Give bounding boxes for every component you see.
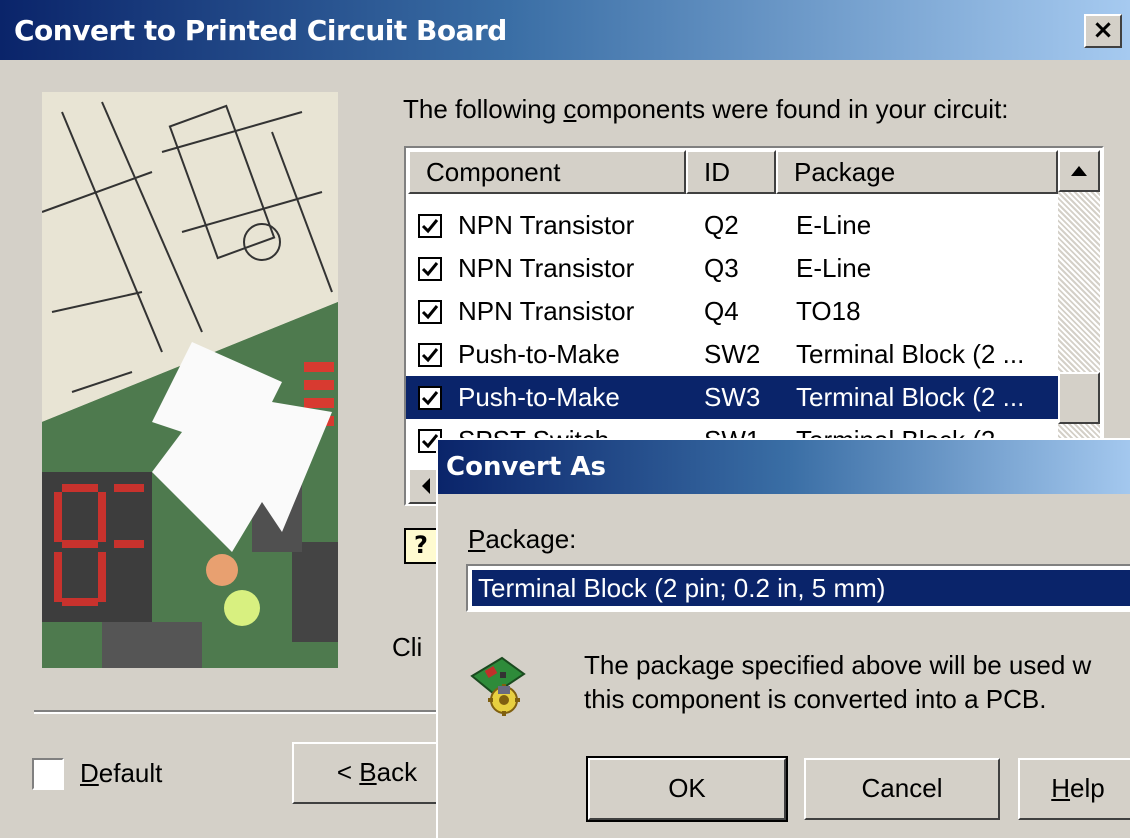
- column-header-component[interactable]: Component: [408, 150, 686, 194]
- cell-component: NPN Transistor: [458, 210, 635, 240]
- package-label: Package:: [468, 524, 577, 554]
- arrow-up-icon: [1071, 166, 1087, 176]
- info-line-2: this component is converted into a PCB.: [584, 684, 1047, 714]
- package-select[interactable]: Terminal Block (2 pin; 0.2 in, 5 mm): [466, 564, 1130, 612]
- close-button[interactable]: ×: [1084, 14, 1122, 48]
- help-icon[interactable]: ?: [404, 528, 438, 564]
- row-checkbox[interactable]: [418, 386, 442, 410]
- table-row[interactable]: NPN Transistor Q4 TO18: [406, 290, 1058, 333]
- column-header-package[interactable]: Package: [776, 150, 1058, 194]
- divider: [34, 710, 454, 714]
- table-row[interactable]: NPN Transistor Q2 E-Line: [406, 204, 1058, 247]
- ok-button[interactable]: OK: [586, 756, 788, 822]
- cell-id: Q2: [704, 210, 739, 240]
- pcb-gear-icon: [468, 654, 528, 718]
- cell-id: Q4: [704, 296, 739, 326]
- row-checkbox[interactable]: [418, 343, 442, 367]
- package-value: Terminal Block (2 pin; 0.2 in, 5 mm): [472, 570, 1130, 606]
- scroll-up-button[interactable]: [1058, 150, 1100, 192]
- wizard-illustration: [42, 92, 338, 668]
- instruction-text: Cli: [392, 632, 423, 662]
- default-label: Default: [80, 758, 163, 788]
- table-row-selected[interactable]: Push-to-Make SW3 Terminal Block (2 ...: [406, 376, 1058, 419]
- dialog-title: Convert to Printed Circuit Board: [14, 14, 507, 47]
- cell-package: Terminal Block (2 ...: [796, 382, 1025, 412]
- row-checkbox[interactable]: [418, 300, 442, 324]
- default-checkbox[interactable]: [32, 758, 64, 790]
- cell-id: Q3: [704, 253, 739, 283]
- row-checkbox[interactable]: [418, 214, 442, 238]
- cancel-button[interactable]: Cancel: [804, 758, 1000, 820]
- row-checkbox[interactable]: [418, 257, 442, 281]
- info-text: The package specified above will be used…: [584, 648, 1091, 716]
- cell-package: TO18: [796, 296, 861, 326]
- cell-component: NPN Transistor: [458, 296, 635, 326]
- cell-component: Push-to-Make: [458, 339, 620, 369]
- column-header-id[interactable]: ID: [686, 150, 776, 194]
- cell-package: E-Line: [796, 210, 872, 240]
- cell-id: SW3: [704, 382, 761, 412]
- cell-component: Push-to-Make: [458, 382, 620, 412]
- cell-package: Terminal Block (2 ...: [796, 339, 1025, 369]
- convert-as-title-bar[interactable]: Convert As: [438, 440, 1130, 494]
- help-button[interactable]: Help: [1018, 758, 1130, 820]
- cell-package: E-Line: [796, 253, 872, 283]
- scroll-thumb[interactable]: [1058, 372, 1100, 424]
- convert-as-title: Convert As: [446, 452, 606, 482]
- cell-id: SW2: [704, 339, 761, 369]
- table-row[interactable]: Push-to-Make SW2 Terminal Block (2 ...: [406, 333, 1058, 376]
- convert-as-dialog: Convert As Package: Terminal Block (2 pi…: [436, 438, 1130, 838]
- table-row[interactable]: NPN Transistor Q3 E-Line: [406, 247, 1058, 290]
- cell-component: NPN Transistor: [458, 253, 635, 283]
- info-line-1: The package specified above will be used…: [584, 650, 1092, 680]
- components-prompt: The following components were found in y…: [403, 94, 1009, 124]
- title-bar[interactable]: Convert to Printed Circuit Board ×: [0, 0, 1130, 60]
